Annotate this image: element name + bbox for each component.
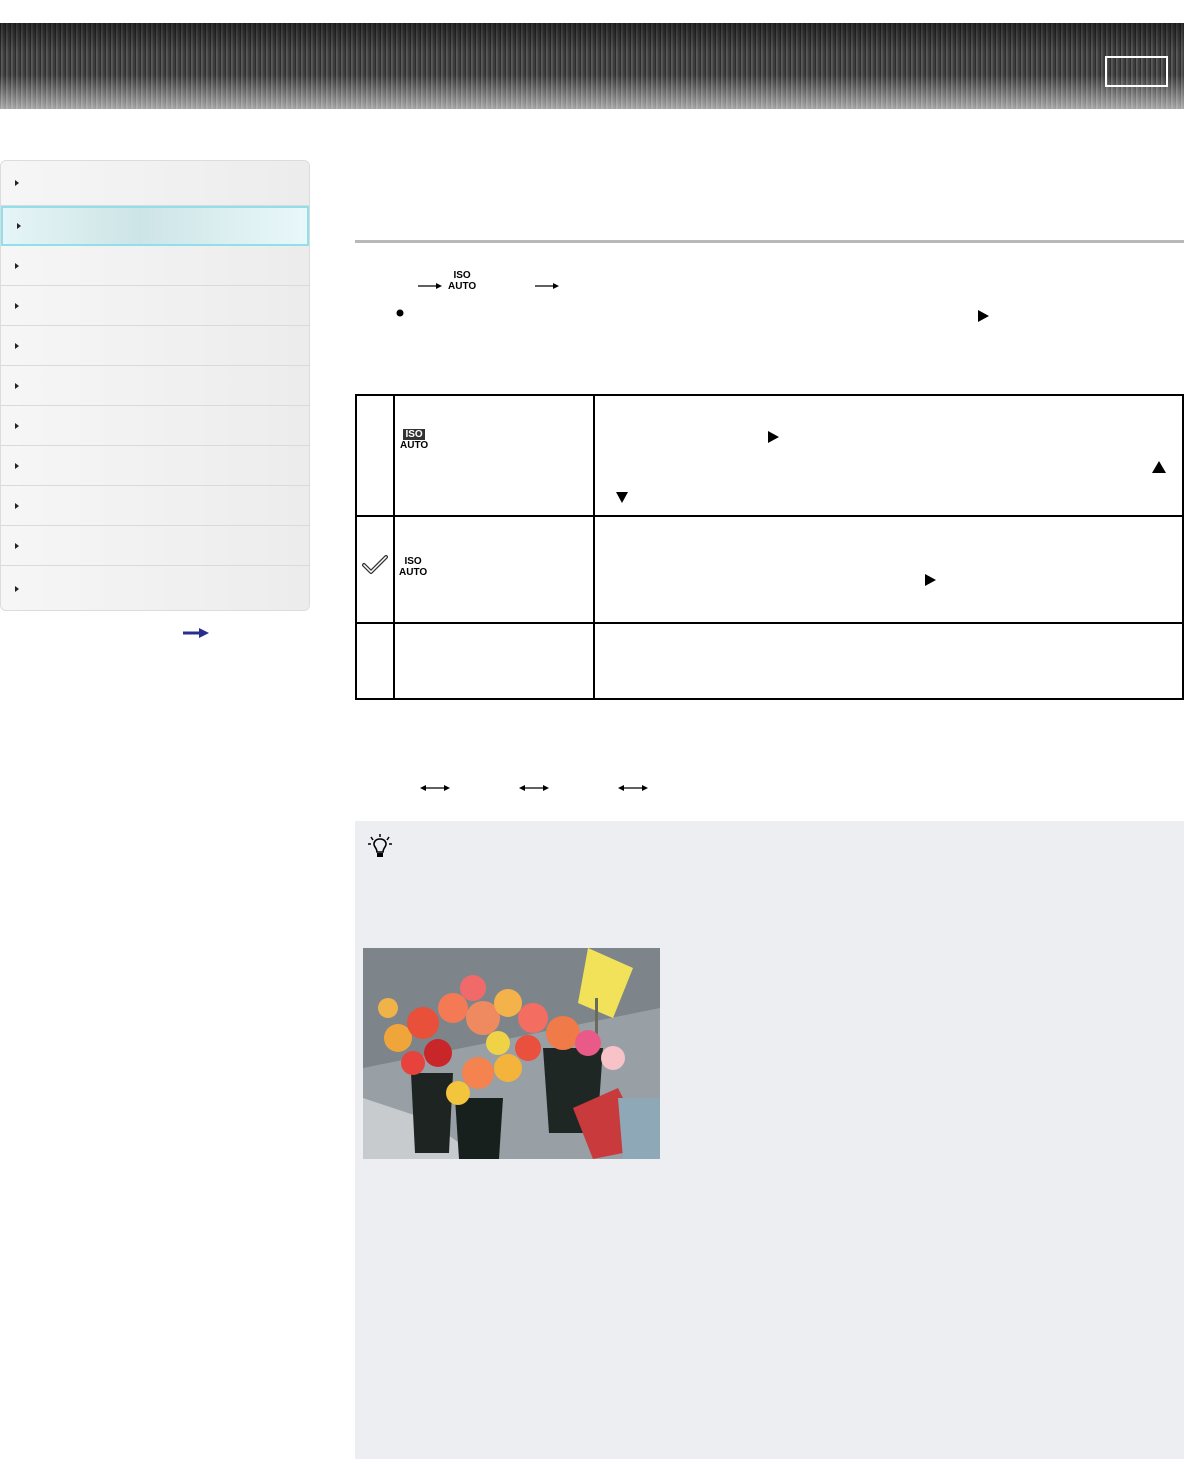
table-cell-description (593, 515, 1184, 624)
sidebar-item-6[interactable] (1, 366, 309, 406)
double-arrow-icon (420, 785, 450, 791)
bullet-arrow-icon (15, 342, 19, 349)
lightbulb-icon (368, 834, 392, 857)
step-arrow-icon (535, 283, 559, 289)
sidebar-item-11[interactable] (1, 566, 309, 610)
table-cell-check (355, 622, 395, 700)
table-cell-description (593, 394, 1184, 517)
checkmark-icon (362, 555, 388, 574)
table-cell-check (355, 394, 395, 517)
bullet-arrow-icon (15, 262, 19, 269)
double-arrow-icon (519, 785, 549, 791)
sidebar-item-10[interactable] (1, 526, 309, 566)
bullet-arrow-icon (15, 502, 19, 509)
bullet-arrow-icon (15, 586, 19, 592)
sidebar-item-5[interactable] (1, 326, 309, 366)
sidebar-item-8[interactable] (1, 446, 309, 486)
iso-label: ISO (453, 270, 471, 281)
iso-auto-icon: ISO AUTO (448, 270, 476, 292)
bullet-dot-icon (396, 309, 404, 317)
table-cell-icon: ISO AUTO (393, 515, 595, 624)
right-arrow-icon[interactable] (183, 628, 209, 638)
iso-auto-icon: ISO AUTO (400, 429, 428, 451)
table-cell-icon: ISO AUTO (393, 394, 595, 517)
bullet-arrow-icon (17, 223, 21, 229)
table-cell-description (593, 622, 1184, 700)
bullet-arrow-icon (15, 180, 19, 186)
table-cell-check (355, 515, 395, 624)
right-button-icon (978, 310, 989, 322)
sidebar-item-4[interactable] (1, 286, 309, 326)
table-row: ISO AUTO (355, 515, 1184, 624)
up-button-icon (1152, 461, 1166, 473)
table-row: ISO AUTO (355, 394, 1184, 517)
sidebar-item-9[interactable] (1, 486, 309, 526)
sidebar-item-7[interactable] (1, 406, 309, 446)
right-button-icon (925, 574, 936, 586)
bullet-arrow-icon (15, 462, 19, 469)
flowers-image (363, 948, 660, 1159)
auto-label: AUTO (448, 281, 477, 292)
sample-photo-flowers (363, 948, 660, 1159)
sidebar-item-2[interactable] (1, 206, 309, 246)
step-arrow-icon (418, 283, 442, 289)
header-banner (0, 23, 1184, 109)
hint-panel (355, 821, 1184, 1459)
iso-auto-icon: ISO AUTO (399, 556, 427, 578)
header-box[interactable] (1105, 56, 1168, 87)
sidebar-nav (0, 160, 310, 611)
options-table: ISO AUTO ISO AUTO (355, 394, 1184, 700)
table-row (355, 622, 1184, 700)
iso-label: ISO (403, 429, 425, 440)
right-button-icon (768, 431, 779, 443)
bullet-arrow-icon (15, 382, 19, 389)
auto-label: AUTO (400, 440, 429, 451)
sidebar-item-1[interactable] (1, 161, 309, 206)
iso-label: ISO (404, 556, 422, 567)
double-arrow-icon (618, 785, 648, 791)
sidebar-item-3[interactable] (1, 246, 309, 286)
down-button-icon (616, 492, 628, 503)
auto-label: AUTO (399, 567, 428, 578)
bullet-arrow-icon (15, 422, 19, 429)
title-rule (355, 240, 1184, 243)
bullet-arrow-icon (15, 542, 19, 549)
table-cell-icon (393, 622, 595, 700)
bullet-arrow-icon (15, 302, 19, 309)
